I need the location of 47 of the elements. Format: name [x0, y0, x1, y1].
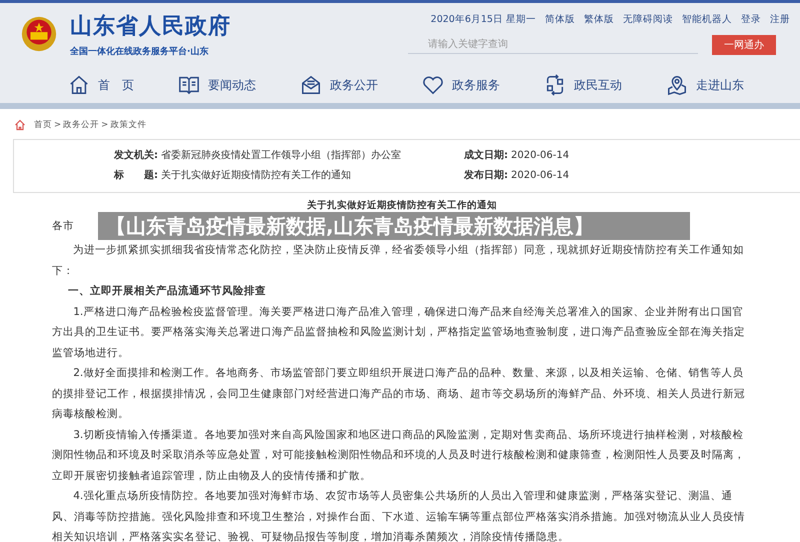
breadcrumb-separator: > [101, 120, 108, 130]
nav-item[interactable]: 政务公开 [300, 74, 378, 96]
cycle-arrows-icon [544, 74, 566, 96]
date-text: 2020年6月15日 星期一 [430, 13, 536, 26]
home-icon [68, 74, 90, 96]
body-paragraph: 1.严格进口海产品检验检疫监督管理。海关要严格进口海产品准入管理，确保进口海产品来自经海关总署准入的国家、企业并附有出口国官方出具的卫生证书。要严格落实海关总署进口海产品监督抽检和风险监测计划，严格指定监管场地查验制度，进口海产品查验应全部在海关指定监管场地进行。 [52, 304, 746, 360]
salutation-text: 各市 [52, 219, 74, 234]
field-label: 发布日期: [464, 170, 508, 181]
body-paragraph: 2.做好全面摸排和检测工作。各地商务、市场监管部门要立即组织开展进口海产品的品种、数量、来源，以及相关运输、仓储、销售等人员的摸排登记工作，根据摸排情况，会同卫生健康部门对经营进口海产品的市场、商场、超市等交易场所的海鲜产品、外环境、相关人员进行新冠病毒核酸检测。 [52, 366, 746, 422]
site-title: 山东省人民政府 [70, 12, 231, 40]
breadcrumb-link[interactable]: 政策文件 [110, 119, 146, 131]
field-label: 成文日期: [464, 150, 508, 161]
body-paragraph: 3.切断疫情输入传播渠道。各地要加强对来自高风险国家和地区进口商品的风险监测，定期对售卖商品、场所环境进行抽样检测，对核酸检测阳性物品和环境及时采取消杀等应急处置，对可能接触检测阳性物品和环境的人员及时进行核酸检测和健康筛查，检测阳性人员要及时隔离，立即开展密切接触者追踪管理，防止由物及人的疫情传播和扩散。 [52, 428, 746, 484]
search-field[interactable]: 请输入关键字查询 [408, 36, 698, 54]
emblem-icon [20, 15, 58, 53]
breadcrumb-link[interactable]: 首页 [34, 119, 52, 131]
header-link[interactable]: 智能机器人 [682, 13, 732, 26]
headline-banner: 【山东青岛疫情最新数据,山东青岛疫情最新数据消息】 [98, 212, 690, 240]
header-link[interactable]: 无障碍阅读 [623, 13, 673, 26]
header-link[interactable]: 繁体版 [584, 13, 614, 26]
header-link[interactable]: 注册 [770, 13, 790, 26]
envelope-icon [300, 74, 322, 96]
map-pin-icon [666, 74, 688, 96]
breadcrumb-link[interactable]: 政务公开 [63, 119, 100, 131]
site-subtitle: 全国一体化在线政务服务平台·山东 [70, 45, 210, 58]
nav-item[interactable]: 首 页 [68, 74, 134, 96]
heart-icon [422, 74, 444, 96]
article-title: 关于扎实做好近期疫情防控有关工作的通知 [306, 199, 498, 212]
field-value: 2020-06-14 [511, 170, 570, 181]
body-paragraph: 为进一步抓紧抓实抓细我省疫情常态化防控，坚决防止疫情反弹，经省委领导小组（指挥部）同意，现就抓好近期疫情防控有关工作通知如下： [52, 243, 746, 278]
header-link[interactable]: 简体版 [545, 13, 575, 26]
field-value: 省委新冠肺炎疫情处置工作领导小组（指挥部）办公室 [161, 150, 401, 161]
nav-item[interactable]: 走进山东 [666, 74, 744, 96]
header-link[interactable]: 登录 [741, 13, 761, 26]
nav-item[interactable]: 要闻动态 [178, 74, 256, 96]
field-value: 关于扎实做好近期疫情防控有关工作的通知 [161, 170, 351, 181]
section-heading: 一、立即开展相关产品流通环节风险排查 [66, 284, 267, 299]
body-paragraph: 4.强化重点场所疫情防控。各地要加强对海鲜市场、农贸市场等人员密集公共场所的人员出入管理和健康监测，严格落实登记、测温、通风、消毒等防控措施。强化风险排查和环境卫生整治，对操作台面、下水道、运输车辆等重点部位严格落实消杀措施。加强对物流从业人员疫情相关知识培训，严格落实实名登记、验视、可疑物品报告等制度，增加消毒杀菌频次，消除疫情传播隐患。 [52, 489, 746, 542]
service-button[interactable]: 一网通办 [712, 35, 776, 55]
home-icon [14, 119, 26, 131]
nav-item[interactable]: 政务服务 [422, 74, 500, 96]
field-label: 标 题: [114, 170, 158, 181]
breadcrumb-separator: > [54, 120, 62, 130]
nav-item[interactable]: 政民互动 [544, 74, 622, 96]
field-label: 发文机关: [114, 150, 158, 161]
book-icon [178, 74, 200, 96]
field-value: 2020-06-14 [511, 150, 570, 161]
